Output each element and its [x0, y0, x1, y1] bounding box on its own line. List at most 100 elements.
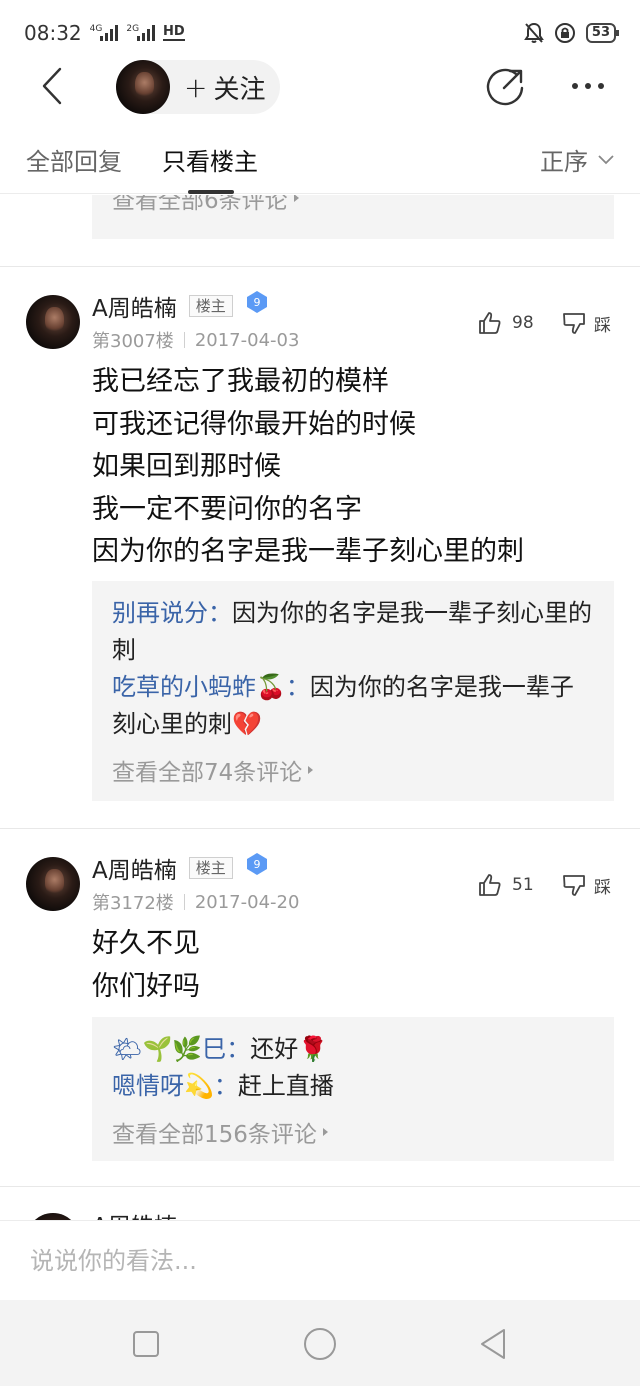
network-type-label-2: 2G [126, 24, 140, 34]
comment-preview: 别再说分：因为你的名字是我一辈子刻心里的刺 [112, 595, 594, 669]
comment-username[interactable]: 🌤🌱🌿巳： [112, 1035, 250, 1063]
post-author-row: A周皓楠 楼主 9 [92, 851, 269, 885]
system-nav-bar [0, 1300, 640, 1386]
more-options-button[interactable] [566, 70, 610, 102]
dislike-button[interactable]: 踩 [562, 873, 611, 898]
comment-username[interactable]: 嗯情呀💫： [112, 1072, 238, 1100]
svg-text:9: 9 [253, 858, 260, 871]
dot-icon [572, 83, 578, 89]
post-item: A周皓楠 楼主 9 第3007楼 2017-04-03 98 踩 我已经忘了我最 [0, 267, 640, 827]
post-author-name[interactable]: A周皓楠 [92, 851, 177, 885]
comment-text: 还好 [250, 1035, 299, 1063]
caret-right-icon [322, 1128, 328, 1136]
plus-icon: + [184, 70, 208, 104]
view-all-label: 查看全部156条评论 [112, 1122, 317, 1148]
post-content: 好久不见 你们好吗 [92, 923, 622, 1008]
author-avatar[interactable] [116, 60, 170, 114]
view-all-label: 查看全部74条评论 [112, 760, 303, 786]
tab-owner-only[interactable]: 只看楼主 [162, 142, 258, 177]
comment-username[interactable]: 别再说分： [112, 599, 232, 627]
status-left: 08:32 4G 2G HD [24, 21, 185, 45]
top-nav: + 关注 [0, 56, 640, 118]
view-all-comments-link[interactable]: 查看全部74条评论 [112, 753, 314, 787]
content-line: 因为你的名字是我一辈子刻心里的刺 [92, 536, 524, 567]
post-author-avatar[interactable] [26, 1213, 80, 1220]
mute-bell-icon [524, 22, 544, 43]
thumbs-up-icon [479, 874, 501, 896]
status-right: 53 [524, 22, 620, 44]
follow-button[interactable]: + 关注 [184, 69, 265, 106]
content-line: 你们好吗 [92, 970, 200, 1002]
thumbs-up-icon [479, 312, 501, 334]
share-button[interactable] [486, 66, 526, 106]
post-item-partial: A周皓楠 [0, 1187, 640, 1220]
comment-username[interactable]: 吃草的小蚂蚱🍒： [112, 673, 310, 701]
post-item: A周皓楠 楼主 9 第3172楼 2017-04-20 51 踩 好久不见 你们… [0, 829, 640, 1185]
like-button[interactable]: 51 [478, 873, 534, 897]
thumbs-down-icon [563, 312, 585, 334]
content-line: 我已经忘了我最初的模样 [92, 366, 389, 397]
comment-preview-box[interactable]: 🌤🌱🌿巳：还好🌹 嗯情呀💫：赶上直播 查看全部156条评论 [92, 1017, 614, 1161]
caret-right-icon [293, 195, 299, 202]
post-author-avatar[interactable] [26, 857, 80, 911]
comment-preview-box[interactable]: 别再说分：因为你的名字是我一辈子刻心里的刺 吃草的小蚂蚱🍒：因为你的名字是我一辈… [92, 581, 614, 801]
network-type-label: 4G [89, 24, 103, 34]
comment-preview: 嗯情呀💫：赶上直播 [112, 1068, 594, 1105]
floor-number: 第3007楼 [92, 331, 174, 352]
chevron-down-icon [598, 154, 614, 164]
floor-number: 第3172楼 [92, 893, 174, 914]
content-line: 我一定不要问你的名字 [92, 493, 362, 525]
back-triangle-icon[interactable] [476, 1326, 512, 1362]
post-date: 2017-04-20 [194, 891, 300, 913]
content-line: 好久不见 [92, 928, 200, 959]
post-meta: 第3007楼 2017-04-03 [92, 327, 299, 353]
share-icon [486, 68, 524, 106]
meta-separator [183, 332, 185, 348]
view-all-comments-link[interactable]: 查看全部156条评论 [112, 1115, 328, 1149]
comment-emoji: 🌹 [298, 1035, 329, 1063]
post-feed: 查看全部6条评论 A周皓楠 楼主 9 第3007楼 2017-04-03 98 [0, 195, 640, 1220]
author-follow-pill[interactable]: + 关注 [116, 60, 280, 114]
thumbs-down-icon [563, 874, 585, 896]
content-line: 可我还记得你最开始的时候 [92, 408, 416, 440]
post-author-name[interactable]: A周皓楠 [92, 1207, 177, 1220]
lock-rotation-icon [554, 23, 575, 43]
sort-dropdown[interactable]: 正序 [540, 142, 614, 177]
post-author-row: A周皓楠 楼主 9 [92, 289, 269, 323]
sort-label: 正序 [540, 148, 588, 176]
recent-apps-icon[interactable] [128, 1326, 164, 1362]
tab-all-replies[interactable]: 全部回复 [26, 142, 122, 177]
level-diamond-icon: 9 [246, 291, 267, 313]
back-button[interactable] [30, 64, 74, 108]
svg-text:9: 9 [253, 296, 260, 309]
level-diamond-icon: 9 [246, 853, 267, 875]
comment-preview: 吃草的小蚂蚱🍒：因为你的名字是我一辈子刻心里的刺💔 [112, 669, 594, 743]
like-count: 98 [512, 313, 534, 333]
chevron-left-icon [42, 67, 62, 105]
hd-icon: HD [163, 24, 185, 41]
comment-preview: 🌤🌱🌿巳：还好🌹 [112, 1031, 594, 1068]
previous-reply-box: 查看全部6条评论 [92, 195, 614, 239]
dot-icon [598, 83, 604, 89]
dislike-label: 踩 [594, 316, 611, 336]
post-meta: 第3172楼 2017-04-20 [92, 889, 299, 915]
owner-badge: 楼主 [188, 857, 233, 879]
post-author-name[interactable]: A周皓楠 [92, 289, 177, 323]
dislike-button[interactable]: 踩 [562, 311, 611, 336]
post-author-avatar[interactable] [26, 295, 80, 349]
like-count: 51 [512, 875, 534, 895]
view-all-label: 查看全部6条评论 [112, 195, 288, 214]
comment-input[interactable] [30, 1247, 590, 1275]
content-line: 如果回到那时候 [92, 451, 281, 482]
home-icon[interactable] [302, 1326, 338, 1362]
post-content: 我已经忘了我最初的模样 可我还记得你最开始的时候 如果回到那时候 我一定不要问你… [92, 361, 622, 574]
reply-filter-tabs: 全部回复 只看楼主 正序 [0, 130, 640, 194]
post-date: 2017-04-03 [194, 329, 300, 351]
owner-badge: 楼主 [188, 295, 233, 317]
comment-text: 赶上直播 [237, 1072, 334, 1100]
comment-input-bar [0, 1220, 640, 1300]
status-time: 08:32 [24, 21, 82, 45]
follow-label: 关注 [213, 74, 266, 105]
view-all-comments-link[interactable]: 查看全部6条评论 [112, 195, 299, 215]
like-button[interactable]: 98 [478, 311, 534, 335]
